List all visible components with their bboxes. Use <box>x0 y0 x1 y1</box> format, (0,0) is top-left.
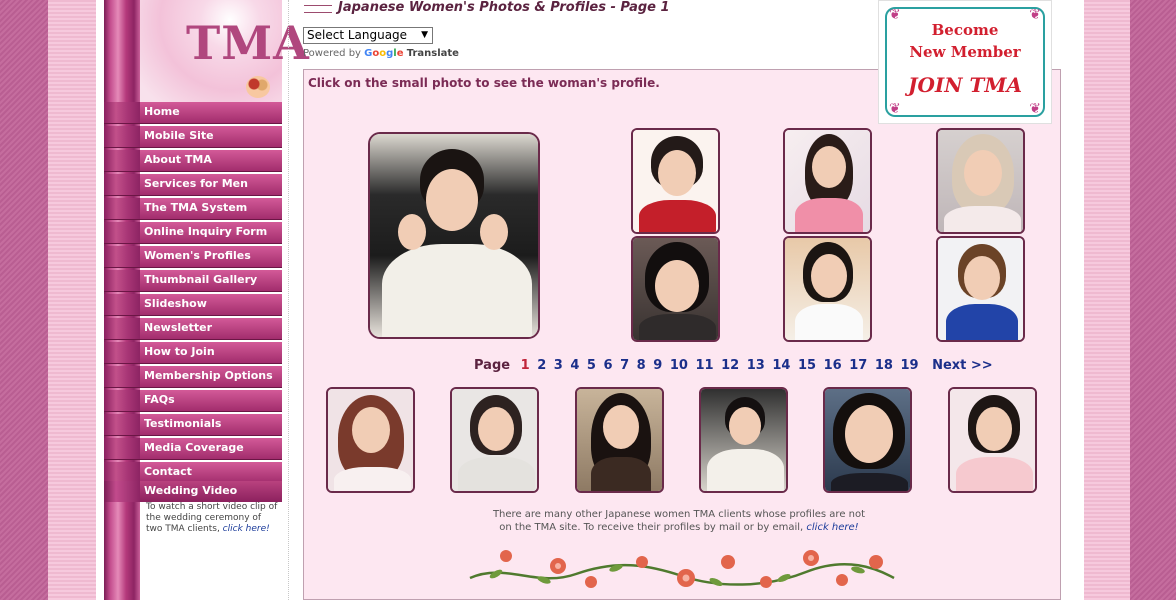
pager-link-18[interactable]: 18 <box>875 358 893 373</box>
pager-link-11[interactable]: 11 <box>695 358 713 373</box>
sidebar-item-label: Women's Profiles <box>144 249 251 262</box>
flower-vine-decoration <box>469 550 895 588</box>
pager-link-2[interactable]: 2 <box>537 358 546 373</box>
chevron-down-icon: ▼ <box>421 30 428 40</box>
join-banner-frame: ❦ ❦ ❦ ❦ Become New Member JOIN TMA <box>885 7 1045 117</box>
sidebar-item-label: Online Inquiry Form <box>144 225 268 238</box>
pager-link-19[interactable]: 19 <box>900 358 918 373</box>
sidebar-item-how-to-join[interactable]: How to Join <box>104 342 282 364</box>
page-title: Japanese Women's Photos & Profiles - Pag… <box>304 0 670 15</box>
other-profiles-link[interactable]: click here! <box>806 522 858 533</box>
sidebar-item-newsletter[interactable]: Newsletter <box>104 318 282 340</box>
powered-by-google[interactable]: Powered by Google Translate <box>303 48 459 59</box>
wedding-video-header: Wedding Video <box>104 481 282 502</box>
sidebar-item-label: Contact <box>144 465 192 478</box>
sidebar-item-testimonials[interactable]: Testimonials <box>104 414 282 436</box>
sidebar-item-label: Media Coverage <box>144 441 244 454</box>
flourish-icon: ❦ <box>889 101 901 117</box>
pager-link-16[interactable]: 16 <box>824 358 842 373</box>
translate-label: Translate <box>406 48 459 59</box>
profile-photo[interactable] <box>631 236 720 342</box>
language-select-value: Select Language <box>307 28 408 42</box>
featured-profile-photo[interactable] <box>368 132 540 339</box>
flourish-icon: ❦ <box>1029 101 1041 117</box>
profile-photo[interactable] <box>326 387 415 493</box>
sidebar-item-label: Membership Options <box>144 369 273 382</box>
tma-logo: TMA <box>186 16 310 70</box>
pager-current-page: 1 <box>520 358 530 373</box>
sidebar-item-label: Newsletter <box>144 321 213 334</box>
sidebar-item-label: How to Join <box>144 345 215 358</box>
sidebar-item-label: FAQs <box>144 393 175 406</box>
sidebar-item-membership[interactable]: Membership Options <box>104 366 282 388</box>
sidebar-item-label: Slideshow <box>144 297 207 310</box>
sidebar-item-label: About TMA <box>144 153 212 166</box>
sidebar-nav: Home Mobile Site About TMA Services for … <box>104 102 282 486</box>
sidebar-item-label: Mobile Site <box>144 129 214 142</box>
sidebar: TMA Home Mobile Site About TMA Services … <box>104 0 309 600</box>
sidebar-item-faqs[interactable]: FAQs <box>104 390 282 412</box>
sidebar-item-gallery[interactable]: Thumbnail Gallery <box>104 270 282 292</box>
pager-link-13[interactable]: 13 <box>747 358 765 373</box>
profile-photo[interactable] <box>450 387 539 493</box>
pager-link-9[interactable]: 9 <box>653 358 662 373</box>
profile-photo[interactable] <box>575 387 664 493</box>
pager-link-6[interactable]: 6 <box>604 358 613 373</box>
profile-photo[interactable] <box>948 387 1037 493</box>
profile-photo[interactable] <box>823 387 912 493</box>
sidebar-item-services[interactable]: Services for Men <box>104 174 282 196</box>
pager-link-17[interactable]: 17 <box>849 358 867 373</box>
banner-line-new-member: New Member <box>909 43 1021 61</box>
banner-line-become: Become <box>931 21 999 39</box>
sidebar-item-inquiry[interactable]: Online Inquiry Form <box>104 222 282 244</box>
page-title-text: Japanese Women's Photos & Profiles - Pag… <box>338 0 670 15</box>
profile-photo[interactable] <box>936 236 1025 342</box>
background-stripe-right <box>1084 0 1130 600</box>
google-logo: Google <box>364 48 404 59</box>
pager-next-link[interactable]: Next >> <box>932 358 993 373</box>
sidebar-item-mobile-site[interactable]: Mobile Site <box>104 126 282 148</box>
sidebar-item-about[interactable]: About TMA <box>104 150 282 172</box>
sidebar-item-label: The TMA System <box>144 201 248 214</box>
wedding-video-text: To watch a short video clip of the weddi… <box>146 502 280 535</box>
pager-link-5[interactable]: 5 <box>587 358 596 373</box>
profile-photo[interactable] <box>936 128 1025 234</box>
pager-link-15[interactable]: 15 <box>798 358 816 373</box>
couple-icon <box>246 76 270 98</box>
sidebar-item-label: Thumbnail Gallery <box>144 273 258 286</box>
pager-link-12[interactable]: 12 <box>721 358 739 373</box>
pager-link-10[interactable]: 10 <box>670 358 688 373</box>
wedding-video-link[interactable]: click here! <box>223 524 270 534</box>
pager-link-7[interactable]: 7 <box>620 358 629 373</box>
divider <box>288 0 290 600</box>
background-stripe-left <box>48 0 96 600</box>
banner-line-join: JOIN TMA <box>907 73 1023 97</box>
sidebar-item-media[interactable]: Media Coverage <box>104 438 282 460</box>
sidebar-item-label: Testimonials <box>144 417 222 430</box>
wedding-video-title: Wedding Video <box>144 484 238 497</box>
powered-by-label: Powered by <box>303 48 361 59</box>
profile-photo[interactable] <box>699 387 788 493</box>
pager-link-3[interactable]: 3 <box>554 358 563 373</box>
sidebar-item-profiles[interactable]: Women's Profiles <box>104 246 282 268</box>
pagination: Page 1 2 3 4 5 6 7 8 9 10 11 12 13 14 15… <box>474 358 996 373</box>
language-select[interactable]: Select Language ▼ <box>303 27 433 44</box>
profile-photo[interactable] <box>783 128 872 234</box>
sidebar-item-label: Home <box>144 105 180 118</box>
sidebar-item-home[interactable]: Home <box>104 102 282 124</box>
profile-photo[interactable] <box>783 236 872 342</box>
pager-link-4[interactable]: 4 <box>570 358 579 373</box>
sidebar-item-slideshow[interactable]: Slideshow <box>104 294 282 316</box>
instruction-text: Click on the small photo to see the woma… <box>308 76 660 90</box>
join-tma-banner[interactable]: ❦ ❦ ❦ ❦ Become New Member JOIN TMA <box>878 0 1052 124</box>
profile-photo[interactable] <box>631 128 720 234</box>
pager-label: Page <box>474 358 511 373</box>
sidebar-item-label: Services for Men <box>144 177 248 190</box>
pager-link-8[interactable]: 8 <box>637 358 646 373</box>
sidebar-item-system[interactable]: The TMA System <box>104 198 282 220</box>
logo-area[interactable]: TMA <box>140 0 309 102</box>
other-profiles-text: There are many other Japanese women TMA … <box>486 508 872 534</box>
pager-link-14[interactable]: 14 <box>772 358 790 373</box>
